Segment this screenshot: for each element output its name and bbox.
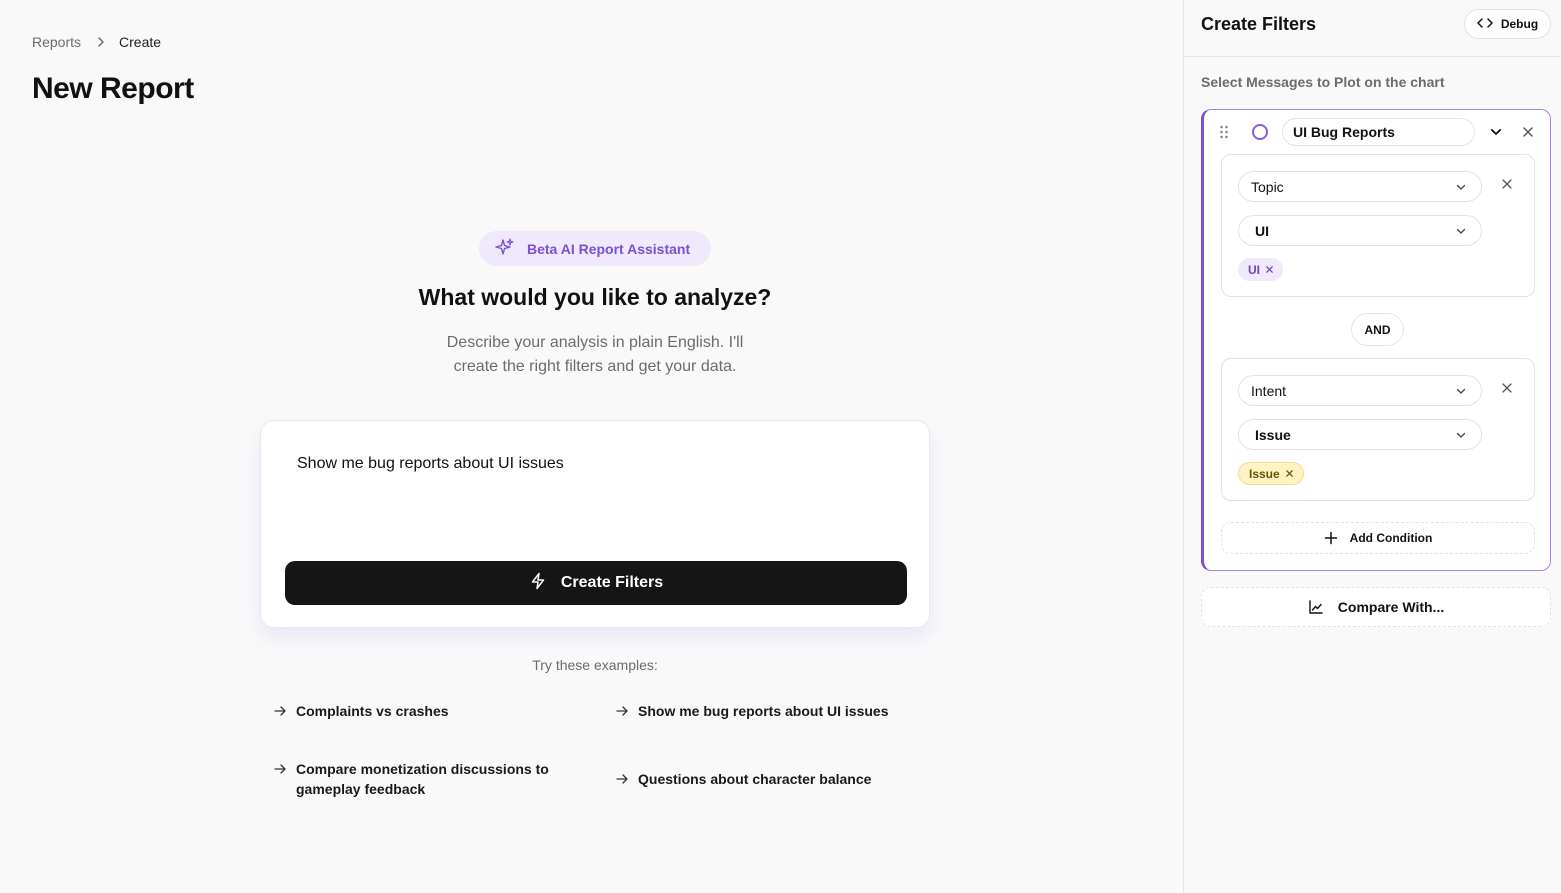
create-filters-label: Create Filters (560, 574, 664, 591)
breadcrumb-current: Create (119, 34, 162, 50)
main-content: Reports Create New Report Beta AI Report… (0, 0, 1183, 893)
page-title: New Report (32, 72, 194, 105)
sparkles-icon (495, 237, 515, 260)
add-condition-button[interactable]: Add Condition (1221, 522, 1535, 554)
series-color-dot[interactable] (1252, 124, 1268, 140)
and-joiner[interactable]: AND (1351, 313, 1404, 346)
debug-button[interactable]: Debug (1464, 9, 1551, 39)
selected-value-chip: UI (1238, 258, 1283, 281)
beta-ai-assistant-badge: Beta AI Report Assistant (479, 231, 711, 266)
close-icon[interactable] (1285, 469, 1294, 478)
line-chart-icon (1309, 600, 1323, 614)
example-label: Show me bug reports about UI issues (638, 703, 889, 719)
chevron-right-icon (95, 36, 107, 48)
value-select[interactable]: Issue (1238, 419, 1482, 450)
chevron-down-icon (1456, 432, 1466, 438)
assistant-headline: What would you like to analyze? (418, 284, 772, 310)
compare-with-label: Compare With... (1337, 599, 1445, 615)
example-label: Questions about character balance (638, 771, 872, 787)
series-card: UI Bug Reports Topic UI UI AND Intent Is… (1201, 109, 1551, 571)
condition-group: Topic UI UI (1221, 154, 1535, 297)
panel-header: Create Filters Debug (1184, 0, 1561, 57)
example-prompt-link[interactable]: Questions about character balance (615, 769, 871, 789)
series-name-input[interactable]: UI Bug Reports (1282, 118, 1475, 146)
value-select-value: Issue (1255, 426, 1291, 443)
compare-with-button[interactable]: Compare With... (1201, 587, 1551, 627)
arrow-right-icon (616, 774, 628, 784)
create-filters-button[interactable]: Create Filters (285, 561, 907, 605)
prompt-input[interactable]: Show me bug reports about UI issues (297, 455, 564, 473)
panel-title: Create Filters (1201, 14, 1317, 34)
assistant-description-line2: create the right filters and get your da… (453, 358, 737, 375)
chevron-down-icon (1456, 228, 1466, 234)
value-select-value: UI (1255, 222, 1269, 239)
examples-title: Try these examples: (532, 657, 658, 673)
selected-value-chip: Issue (1238, 462, 1304, 485)
remove-condition-icon[interactable] (1500, 381, 1514, 400)
example-label: Complaints vs crashes (296, 703, 449, 719)
prompt-card: Show me bug reports about UI issues Crea… (260, 420, 930, 628)
close-icon[interactable] (1265, 265, 1274, 274)
remove-series-icon[interactable] (1521, 125, 1535, 144)
arrow-right-icon (274, 706, 286, 716)
arrow-right-icon (616, 706, 628, 716)
code-icon (1477, 17, 1493, 32)
example-prompt-link[interactable]: Complaints vs crashes (273, 701, 449, 721)
example-prompt-link[interactable]: Show me bug reports about UI issues (615, 701, 888, 721)
drag-handle-icon[interactable] (1219, 125, 1229, 139)
panel-subtitle: Select Messages to Plot on the chart (1201, 74, 1445, 90)
field-select-value: Topic (1251, 178, 1284, 195)
lightning-icon (529, 572, 547, 595)
example-label: Compare monetization discussions to gamep… (296, 761, 549, 797)
plus-icon (1324, 531, 1337, 545)
field-select-value: Intent (1251, 382, 1287, 399)
beta-badge-label: Beta AI Report Assistant (527, 240, 691, 257)
assistant-description: Describe your analysis in plain English.… (0, 331, 1190, 379)
field-select[interactable]: Topic (1238, 171, 1482, 202)
field-select[interactable]: Intent (1238, 375, 1482, 406)
create-filters-panel: Create Filters Debug Select Messages to … (1183, 0, 1561, 893)
chevron-down-icon (1456, 184, 1466, 190)
arrow-right-icon (274, 764, 286, 774)
condition-group: Intent Issue Issue (1221, 358, 1535, 501)
chevron-down-icon (1456, 388, 1466, 394)
add-condition-label: Add Condition (1349, 531, 1433, 545)
breadcrumb: Reports Create (32, 34, 161, 50)
chevron-down-icon[interactable] (1489, 125, 1503, 144)
value-select[interactable]: UI (1238, 215, 1482, 246)
chip-label: Issue (1249, 466, 1280, 481)
remove-condition-icon[interactable] (1500, 177, 1514, 196)
breadcrumb-reports-link[interactable]: Reports (32, 34, 81, 50)
assistant-description-line1: Describe your analysis in plain English.… (446, 334, 744, 351)
debug-label: Debug (1500, 17, 1539, 31)
chip-label: UI (1248, 262, 1260, 277)
example-prompt-link[interactable]: Compare monetization discussions to gamep… (273, 759, 549, 799)
